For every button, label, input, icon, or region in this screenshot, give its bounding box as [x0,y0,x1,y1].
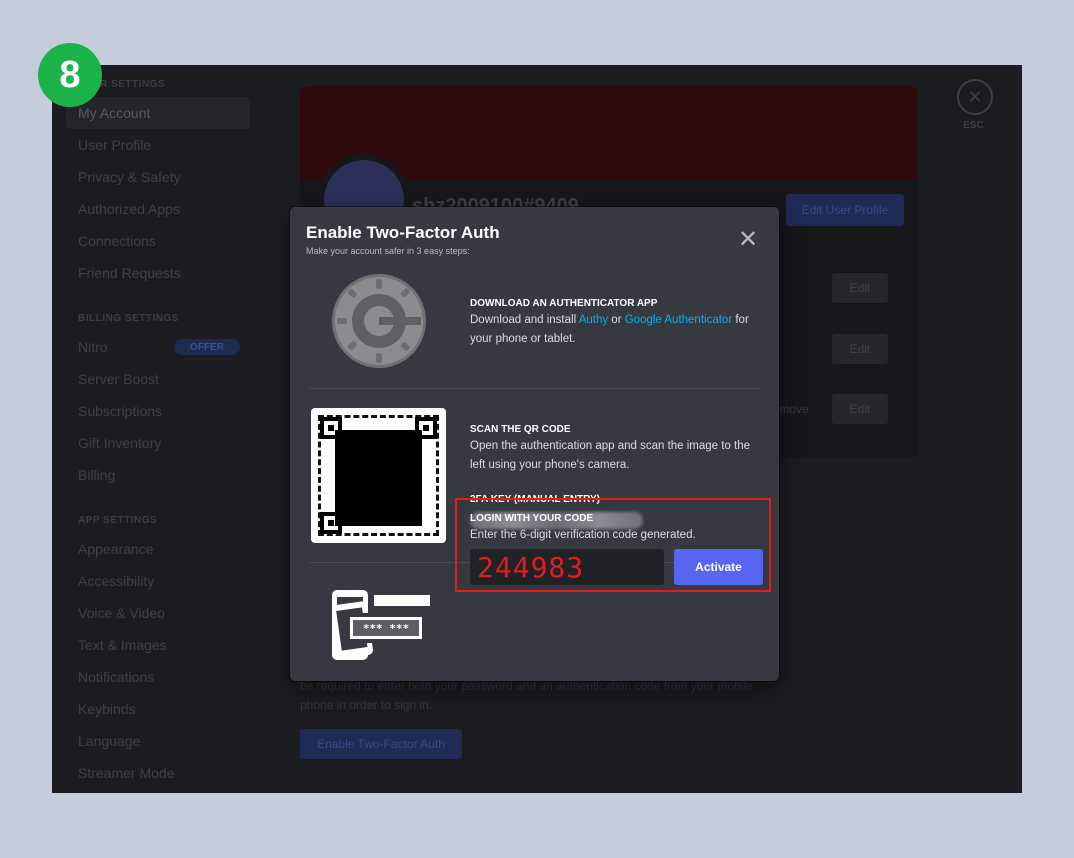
sidebar-item-nitro[interactable]: Nitro [78,339,108,355]
sidebar-item-appearance[interactable]: Appearance [78,541,154,557]
sidebar-item-notifications[interactable]: Notifications [78,669,154,685]
sidebar-header-app-settings: APP SETTINGS [78,515,158,526]
sidebar-item-friend-requests[interactable]: Friend Requests [78,265,181,281]
sidebar-item-keybinds[interactable]: Keybinds [78,701,136,717]
settings-sidebar: USER SETTINGS My Account User Profile Pr… [52,65,292,793]
sidebar-item-server-boost[interactable]: Server Boost [78,371,159,387]
sidebar-item-voice-video[interactable]: Voice & Video [78,605,165,621]
sidebar-item-accessibility[interactable]: Accessibility [78,573,154,589]
modal-title: Enable Two-Factor Auth [306,223,500,242]
sidebar-item-text-images[interactable]: Text & Images [78,637,167,653]
sidebar-item-my-account[interactable]: My Account [78,105,150,121]
qr-code [311,408,446,543]
offer-badge: OFFER [174,339,240,355]
edit-label: Edit [849,281,871,295]
tfa-modal: Enable Two-Factor Auth Make your account… [290,207,779,681]
sidebar-item-connections[interactable]: Connections [78,233,156,249]
sidebar-item-streamer-mode[interactable]: Streamer Mode [78,765,174,781]
sidebar-item-billing[interactable]: Billing [78,467,115,483]
step1-desc-text: or [608,314,625,326]
enable-tfa-label: Enable Two-Factor Auth [317,737,445,751]
sidebar-header-billing: BILLING SETTINGS [78,313,179,324]
sidebar-item-user-profile[interactable]: User Profile [78,137,151,153]
edit-phone-button[interactable]: Edit [832,394,888,424]
close-settings-button[interactable]: ✕ [957,79,993,115]
google-authenticator-link[interactable]: Google Authenticator [625,314,732,326]
step2-description: Open the authentication app and scan the… [470,440,751,471]
edit-label: Edit [849,342,871,356]
qr-redaction [335,430,422,526]
phone-code-icon: *** *** [332,590,430,660]
edit-label: Edit [849,402,871,416]
google-authenticator-icon [332,274,426,368]
phone-code-text: *** *** [363,622,409,635]
sidebar-item-gift-inventory[interactable]: Gift Inventory [78,435,161,451]
step3-description: Enter the 6-digit verification code gene… [470,529,696,541]
close-icon[interactable]: ✕ [736,226,760,253]
edit-email-button[interactable]: Edit [832,334,888,364]
offer-badge-label: OFFER [190,341,224,353]
sidebar-item-authorized-apps[interactable]: Authorized Apps [78,201,180,217]
activate-label: Activate [695,560,742,574]
esc-label: ESC [963,120,984,131]
sidebar-item-subscriptions[interactable]: Subscriptions [78,403,162,419]
step1-description: Download and install Authy or Google Aut… [470,311,762,349]
step-number-badge: 8 [38,43,102,107]
close-icon: ✕ [967,86,983,107]
sidebar-item-privacy-safety[interactable]: Privacy & Safety [78,169,181,185]
verification-code-input[interactable]: 244983 [470,549,664,585]
activate-button[interactable]: Activate [674,549,763,585]
edit-user-profile-button[interactable]: Edit User Profile [786,194,904,226]
sidebar-item-language[interactable]: Language [78,733,140,749]
edit-username-button[interactable]: Edit [832,273,888,303]
step3-title: LOGIN WITH YOUR CODE [470,513,594,524]
tfa-description: be required to enter both your password … [300,679,753,712]
edit-user-profile-label: Edit User Profile [801,203,889,217]
divider [310,388,759,389]
step1-title: DOWNLOAD AN AUTHENTICATOR APP [470,298,658,309]
step2-title: SCAN THE QR CODE [470,424,571,435]
authy-link[interactable]: Authy [579,314,608,326]
enable-tfa-button[interactable]: Enable Two-Factor Auth [300,729,462,759]
modal-subtitle: Make your account safer in 3 easy steps: [306,246,470,256]
screenshot-frame: USER SETTINGS My Account User Profile Pr… [52,65,1022,793]
step1-desc-text: Download and install [470,314,579,326]
